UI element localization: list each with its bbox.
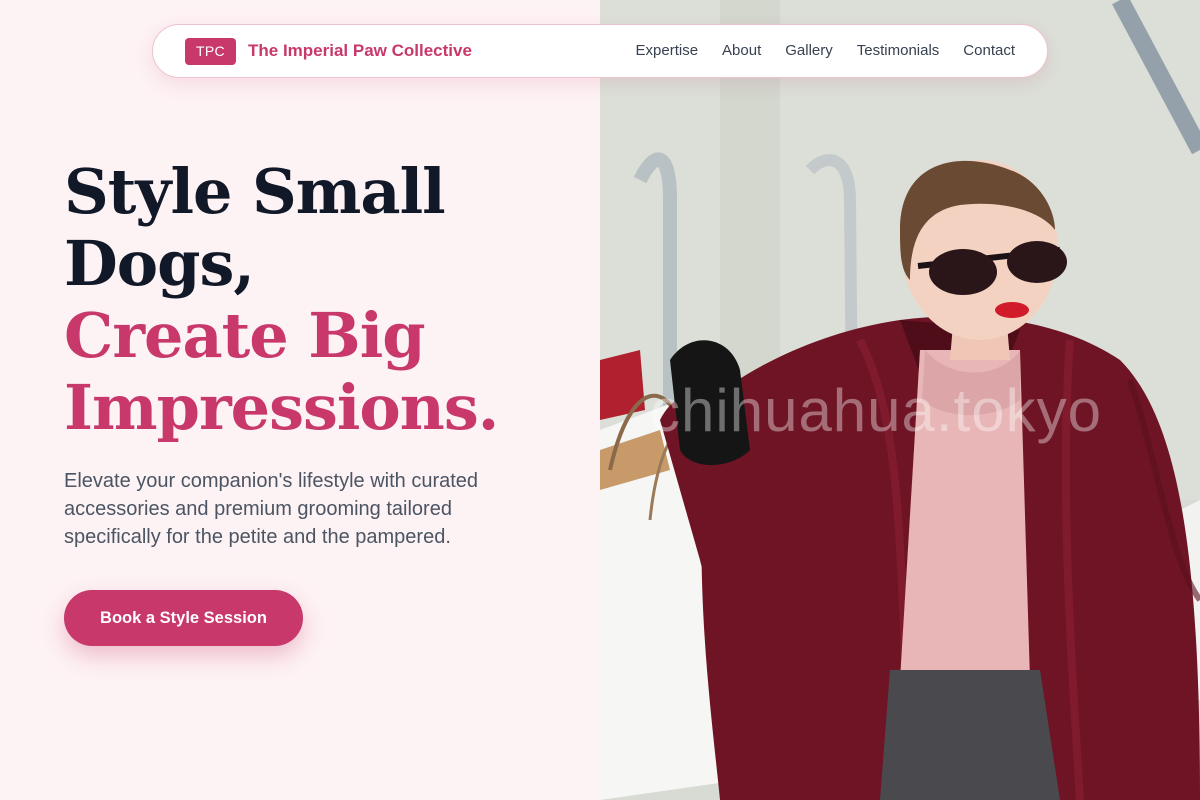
nav-link-about[interactable]: About — [722, 42, 761, 59]
headline-line-2: Dogs, — [64, 227, 255, 300]
nav-link-contact[interactable]: Contact — [963, 42, 1015, 59]
hero-headline: Style Small Dogs, Create Big Impressions… — [64, 156, 584, 444]
headline-line-1: Style Small — [64, 155, 446, 228]
photo-watermark: chihuahua.tokyo — [650, 377, 1102, 444]
nav-links: Expertise About Gallery Testimonials Con… — [636, 42, 1015, 59]
nav-link-testimonials[interactable]: Testimonials — [857, 42, 940, 59]
headline-line-4: Impressions. — [64, 371, 499, 444]
nav-link-expertise[interactable]: Expertise — [636, 42, 699, 59]
nav-link-gallery[interactable]: Gallery — [785, 42, 833, 59]
hero-left-panel: Style Small Dogs, Create Big Impressions… — [0, 0, 600, 800]
headline-line-3: Create Big — [64, 299, 426, 372]
top-navigation: TPC The Imperial Paw Collective Expertis… — [152, 24, 1048, 78]
book-style-session-button[interactable]: Book a Style Session — [64, 590, 303, 646]
hero-subtext: Elevate your companion's lifestyle with … — [64, 470, 479, 548]
brand-name[interactable]: The Imperial Paw Collective — [248, 41, 472, 61]
brand-logo-badge[interactable]: TPC — [185, 38, 236, 65]
